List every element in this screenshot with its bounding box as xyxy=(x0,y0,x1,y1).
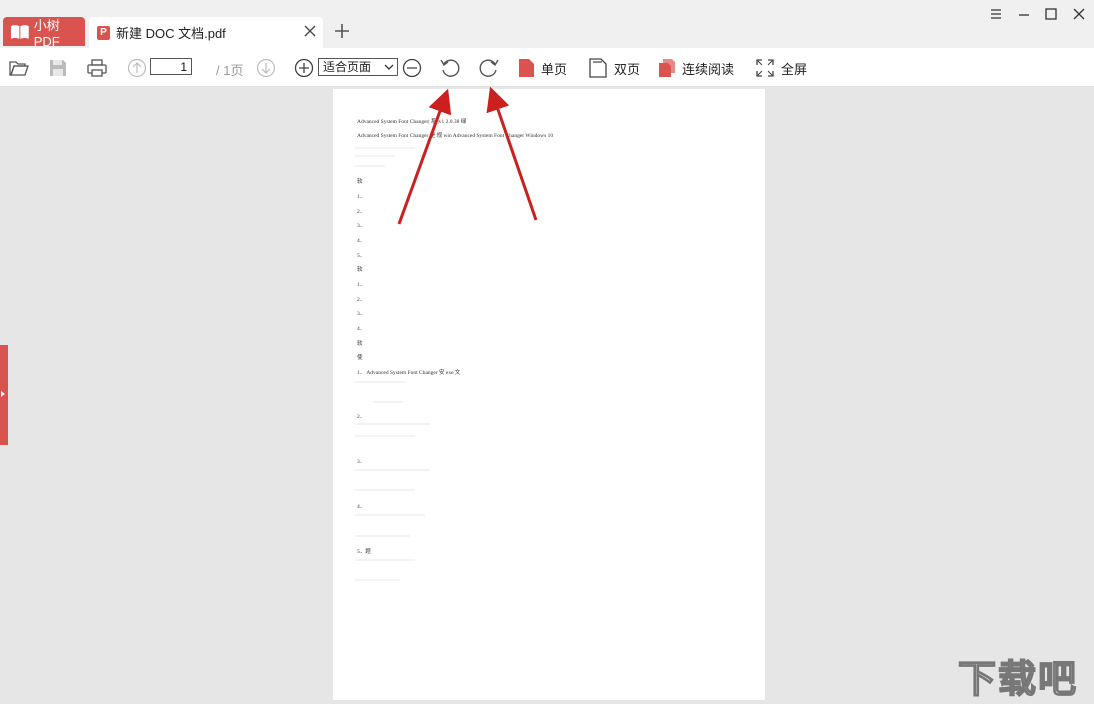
page-number-input[interactable]: 1 xyxy=(150,58,192,75)
book-icon xyxy=(10,24,29,39)
close-tab-icon[interactable] xyxy=(303,24,317,38)
doc-line: 2． xyxy=(357,209,366,215)
faded-text xyxy=(355,165,385,167)
faded-text xyxy=(355,579,400,581)
faded-text xyxy=(355,489,415,491)
faded-text xyxy=(355,514,425,516)
fullscreen-button[interactable]: 全屏 xyxy=(755,58,807,78)
zoom-select[interactable]: 适合页面 xyxy=(318,58,398,76)
doc-line: 4． xyxy=(357,504,366,510)
toolbar: 1 / 1页 适合页面 单页 双页 连续阅读 全屏 xyxy=(0,48,1094,87)
rotate-left-icon[interactable] xyxy=(439,57,461,79)
double-page-button[interactable]: 双页 xyxy=(588,58,640,78)
page-total: / 1页 xyxy=(216,63,244,78)
single-page-button[interactable]: 单页 xyxy=(518,58,567,78)
doc-line: 2． xyxy=(357,414,366,420)
single-page-icon xyxy=(519,59,534,77)
doc-line: Advanced System Font Changer| 系 |v1 2.0.… xyxy=(357,119,467,125)
double-page-icon xyxy=(589,58,607,78)
save-icon[interactable] xyxy=(47,57,69,79)
faded-text xyxy=(355,535,410,537)
doc-line: 5． xyxy=(357,253,366,259)
app-tab[interactable]: 小树PDF xyxy=(3,17,85,49)
doc-line: Advanced System Font Changer 是 规 win Adv… xyxy=(357,133,554,139)
faded-text xyxy=(355,559,415,561)
faded-text xyxy=(355,381,405,383)
document-tab-title: 新建 DOC 文档.pdf xyxy=(116,26,226,41)
pdf-file-icon: P xyxy=(97,25,110,40)
single-page-label: 单页 xyxy=(541,61,568,77)
close-window-icon[interactable] xyxy=(1071,6,1087,22)
doc-line: 软 xyxy=(357,179,363,185)
doc-line: 使 xyxy=(357,355,363,361)
faded-text xyxy=(355,147,415,149)
watermark: 下载吧 xyxy=(957,658,1079,702)
doc-line: 3． xyxy=(357,223,366,229)
document-page: Advanced System Font Changer| 系 |v1 2.0.… xyxy=(333,89,765,700)
sidebar-toggle[interactable] xyxy=(0,345,8,445)
title-bar: 小树PDF P 新建 DOC 文档.pdf xyxy=(0,0,1094,49)
faded-text xyxy=(355,435,415,437)
doc-line: 3． xyxy=(357,311,366,317)
continuous-reading-icon xyxy=(659,59,675,77)
next-page-icon[interactable] xyxy=(255,57,277,79)
continuous-reading-label: 连续阅读 xyxy=(682,61,735,77)
new-tab-icon[interactable] xyxy=(333,22,351,40)
double-page-label: 双页 xyxy=(614,61,641,77)
faded-text xyxy=(355,155,395,157)
fullscreen-label: 全屏 xyxy=(781,61,808,77)
maximize-icon[interactable] xyxy=(1043,6,1059,22)
chevron-right-icon xyxy=(1,391,5,397)
chevron-down-icon xyxy=(384,64,394,70)
faded-text xyxy=(373,401,403,403)
zoom-out-icon[interactable] xyxy=(401,57,423,79)
rotate-right-icon[interactable] xyxy=(478,57,500,79)
menu-icon[interactable] xyxy=(988,6,1004,22)
doc-line: 软 xyxy=(357,341,363,347)
doc-line: 1． xyxy=(357,282,366,288)
print-icon[interactable] xyxy=(86,57,108,79)
fullscreen-icon xyxy=(756,59,774,77)
faded-text xyxy=(355,469,430,471)
zoom-in-icon[interactable] xyxy=(293,57,315,79)
open-file-icon[interactable] xyxy=(8,57,30,79)
doc-line: 4． xyxy=(357,326,366,332)
doc-line: 软 xyxy=(357,267,363,273)
continuous-reading-button[interactable]: 连续阅读 xyxy=(658,58,734,78)
app-name: 小树PDF xyxy=(33,17,60,49)
doc-line: 1． xyxy=(357,194,366,200)
document-tab[interactable]: P 新建 DOC 文档.pdf xyxy=(89,17,323,48)
zoom-value: 适合页面 xyxy=(323,60,372,74)
doc-line: 5．题 xyxy=(357,549,371,555)
doc-line: 3． xyxy=(357,459,366,465)
faded-text xyxy=(355,423,430,425)
doc-line: 2． xyxy=(357,297,366,303)
doc-line: 4． xyxy=(357,238,366,244)
doc-line: 1． Advanced System Font Changer 安 exe 文 xyxy=(357,370,461,376)
previous-page-icon[interactable] xyxy=(126,57,148,79)
minimize-icon[interactable] xyxy=(1016,6,1032,22)
